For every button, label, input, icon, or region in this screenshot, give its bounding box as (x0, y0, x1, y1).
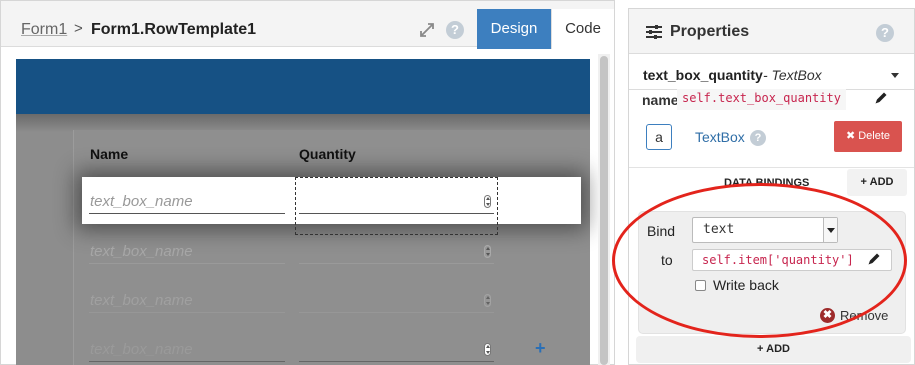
chevron-down-icon[interactable] (891, 73, 899, 78)
edit-binding-pencil-icon[interactable] (867, 252, 881, 266)
textbox-component-icon: a (646, 124, 672, 150)
to-label: to (661, 252, 673, 268)
textbox-help-icon[interactable]: ? (750, 130, 766, 146)
component-selector[interactable]: text_box_quantity - TextBox (629, 55, 914, 90)
form-header-bar (16, 59, 590, 114)
bind-property-select[interactable]: text (692, 217, 838, 243)
text-box-name-placeholder: text_box_name (90, 292, 193, 309)
breadcrumb-form1[interactable]: Form1 (21, 21, 67, 39)
text-box-name[interactable]: text_box_name (89, 289, 285, 313)
designer-help-icon[interactable]: ? (446, 21, 464, 39)
bind-label: Bind (647, 223, 676, 239)
text-box-name[interactable]: text_box_name (89, 190, 285, 214)
add-binding-button[interactable]: + ADD (847, 169, 907, 196)
text-box-name-placeholder: text_box_name (90, 243, 193, 260)
properties-header: Properties ? (629, 9, 914, 54)
select-arrow-icon[interactable] (823, 218, 837, 242)
column-header-name: Name (90, 146, 129, 162)
column-header-quantity: Quantity (299, 146, 356, 162)
text-box-name-placeholder: text_box_name (90, 193, 193, 210)
selection-outline (295, 177, 498, 235)
tab-design[interactable]: Design (477, 9, 551, 49)
properties-title: Properties (670, 23, 750, 40)
textbox-type-link[interactable]: TextBox (695, 129, 745, 145)
binding-expression: self.item['quantity'] (702, 253, 854, 267)
expand-icon[interactable] (419, 22, 435, 38)
write-back-checkbox[interactable] (695, 280, 706, 291)
properties-help-icon[interactable]: ? (876, 24, 894, 42)
breadcrumb-current: Form1.RowTemplate1 (91, 21, 257, 38)
component-type: - TextBox (763, 67, 822, 83)
text-box-name[interactable]: text_box_name (89, 338, 285, 362)
component-name: text_box_quantity (643, 67, 763, 83)
tab-code[interactable]: Code (551, 9, 614, 49)
remove-circle-icon[interactable]: ✖ (820, 308, 835, 323)
add-event-button[interactable]: + ADD (636, 336, 911, 363)
number-spinner-icon[interactable] (484, 294, 491, 307)
name-label: name (642, 92, 679, 108)
bind-property-value: text (703, 222, 735, 237)
write-back-label: Write back (713, 277, 779, 293)
designer-scrollbar-thumb[interactable] (600, 56, 608, 365)
sliders-icon (646, 25, 662, 39)
delete-button[interactable]: ✖ Delete (834, 121, 902, 152)
text-box-quantity[interactable] (299, 289, 494, 313)
number-spinner-icon[interactable] (484, 343, 491, 356)
add-row-plus-icon[interactable]: + (535, 338, 546, 359)
breadcrumb-separator: > (74, 20, 83, 37)
remove-binding-link[interactable]: Remove (840, 308, 888, 323)
text-box-name[interactable]: text_box_name (89, 240, 285, 264)
text-box-quantity[interactable] (299, 338, 494, 362)
text-box-quantity[interactable] (299, 240, 494, 264)
properties-panel: Properties ? text_box_quantity - TextBox… (628, 8, 915, 365)
number-spinner-icon[interactable] (484, 245, 491, 258)
binding-expression-field[interactable]: self.item['quantity'] (692, 249, 892, 271)
text-box-name-placeholder: text_box_name (90, 341, 193, 358)
edit-name-pencil-icon[interactable] (874, 91, 888, 105)
name-value[interactable]: self.text_box_quantity (677, 89, 846, 110)
app-root: Form1 > Form1.RowTemplate1 ? Design Code… (0, 0, 915, 365)
data-bindings-title: DATA BINDINGS (724, 177, 810, 189)
